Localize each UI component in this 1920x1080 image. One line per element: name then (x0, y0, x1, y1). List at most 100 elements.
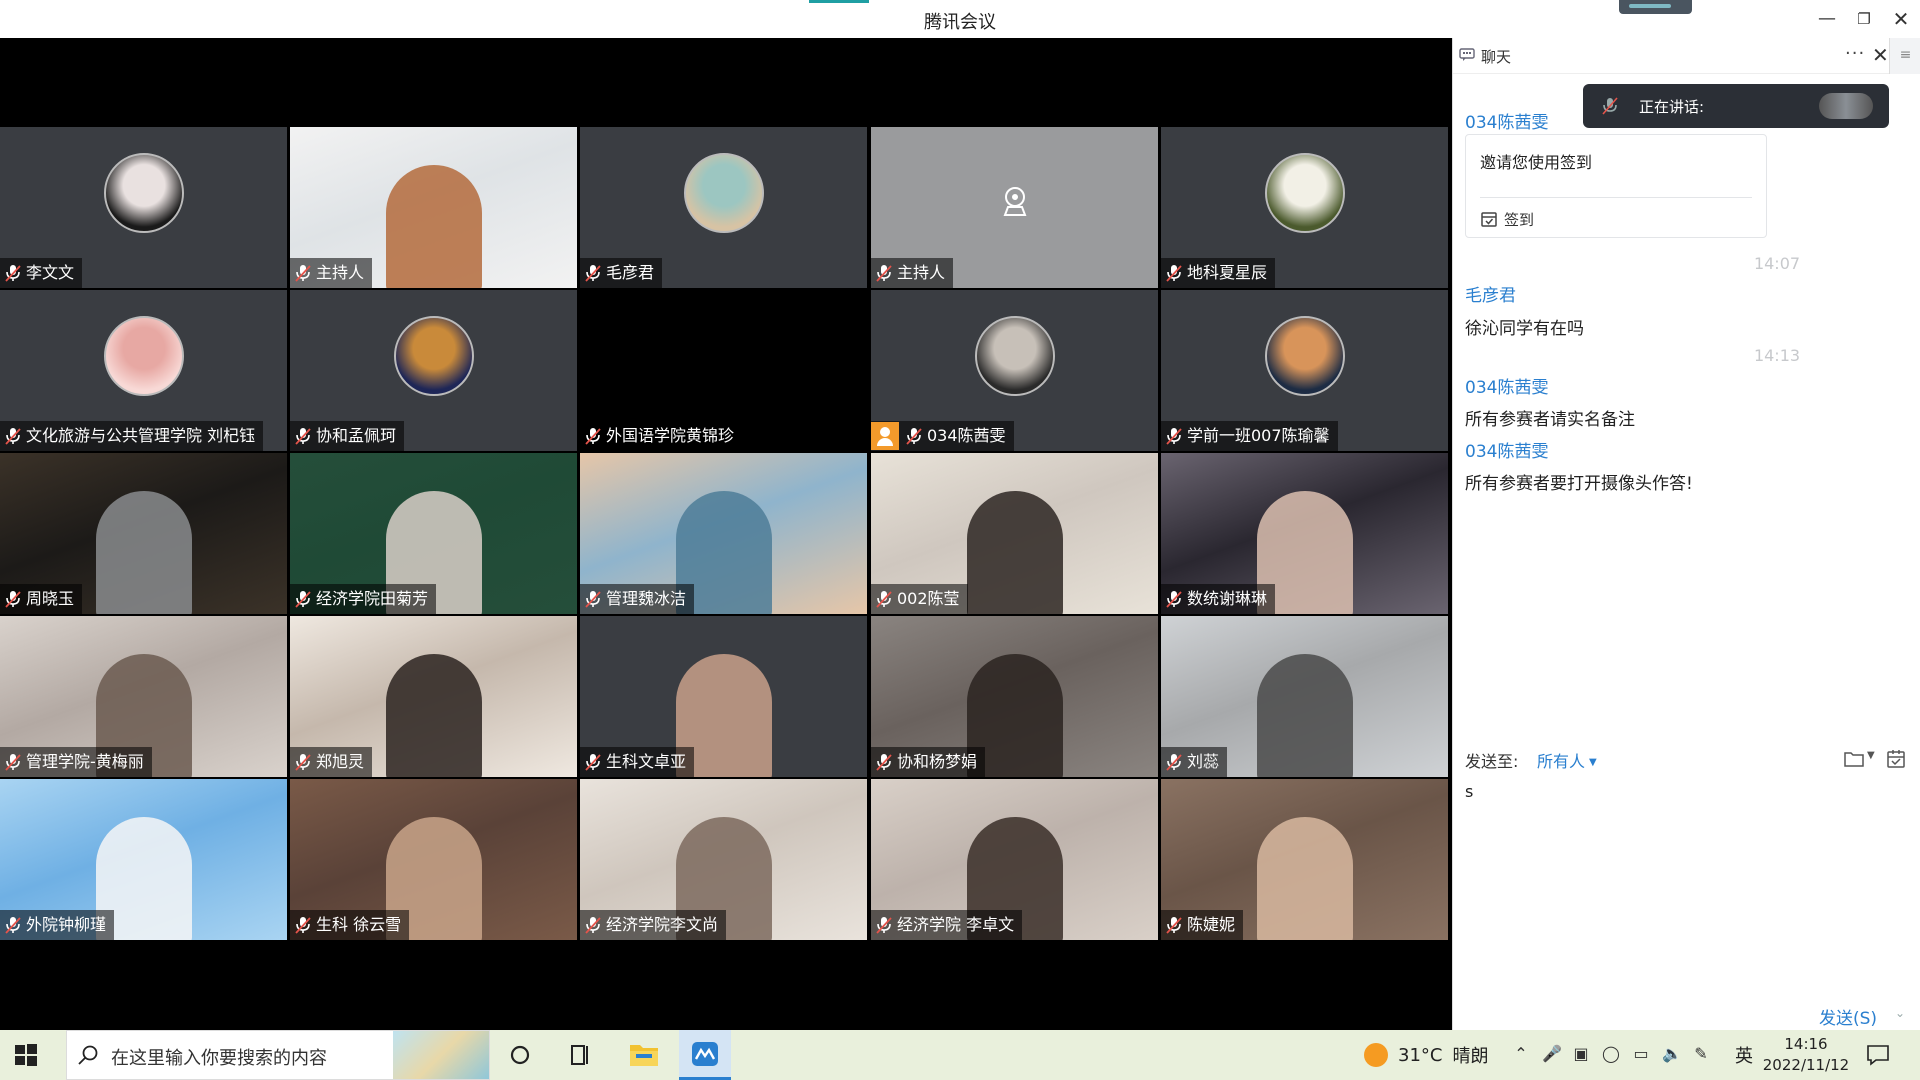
participant-tile[interactable]: 生科文卓亚 (580, 616, 867, 777)
microphone-icon[interactable]: 🎤 (1542, 1044, 1562, 1063)
participant-name: 学前一班007陈瑜馨 (1187, 426, 1330, 445)
participant-tile[interactable]: 034陈茜雯 (871, 290, 1158, 451)
participant-tile[interactable]: 陈婕妮 (1161, 779, 1448, 940)
chat-panel: 聊天 ··· ✕ ≡ 正在讲话: 034陈茜雯 邀请您使用签到 签到 14:07… (1452, 38, 1920, 1030)
participant-name: 数统谢琳琳 (1187, 589, 1268, 608)
mic-muted-icon (4, 426, 22, 446)
weather-desc: 晴朗 (1452, 1046, 1489, 1067)
file-icon[interactable] (1843, 750, 1865, 768)
participant-tile[interactable]: 地科夏星辰 (1161, 127, 1448, 288)
side-menu-icon[interactable]: ≡ (1889, 38, 1920, 74)
notification-icon[interactable] (1866, 1044, 1890, 1066)
participant-tile[interactable]: 外国语学院黄锦珍 (580, 290, 867, 451)
chevron-down-icon[interactable]: ▼ (1867, 750, 1875, 761)
participant-name: 外国语学院黄锦珍 (606, 426, 735, 445)
speaking-indicator: 正在讲话: (1583, 84, 1889, 128)
mic-icon (1601, 96, 1619, 116)
video-feed (1256, 817, 1353, 940)
mic-muted-icon (584, 426, 602, 446)
system-tray: ⌃ 🎤 ▣ ◯ ▭ 🔈 ✎ (1512, 1044, 1710, 1063)
participant-tile[interactable]: 毛彦君 (580, 127, 867, 288)
more-options-icon[interactable]: ··· (1845, 43, 1865, 64)
volume-icon[interactable]: 🔈 (1662, 1044, 1682, 1063)
task-view-icon[interactable] (554, 1030, 606, 1080)
close-button[interactable]: ✕ (1884, 4, 1918, 34)
participant-tile[interactable]: 刘蕊 (1161, 616, 1448, 777)
minimize-button[interactable]: — (1810, 4, 1844, 34)
message-timestamp: 14:07 (1753, 254, 1801, 273)
audio-level-indicator[interactable] (1619, 0, 1692, 14)
participant-tile[interactable]: 主持人 (871, 127, 1158, 288)
mic-muted-icon (875, 915, 893, 935)
participant-name: 郑旭灵 (316, 752, 365, 771)
mic-muted-icon (905, 426, 923, 446)
participant-name: 管理学院-黄梅丽 (26, 752, 144, 771)
clock[interactable]: 14:16 2022/11/12 (1760, 1034, 1852, 1076)
security-shield-icon[interactable]: ◯ (1602, 1044, 1620, 1063)
title-bar: 腾讯会议 — ❐ ✕ (0, 0, 1920, 38)
participant-tile[interactable]: 协和孟佩珂 (290, 290, 577, 451)
close-chat-icon[interactable]: ✕ (1872, 43, 1889, 67)
taskbar-search[interactable]: 在这里输入你要搜索的内容 (66, 1030, 490, 1080)
participant-tile[interactable]: 协和杨梦娟 (871, 616, 1158, 777)
chevron-up-icon[interactable]: ⌃ (1512, 1044, 1530, 1063)
mic-muted-icon (294, 915, 312, 935)
message-sender[interactable]: 034陈茜雯 (1465, 373, 1548, 398)
participant-name-label: 陈婕妮 (1161, 910, 1244, 940)
mic-muted-icon (1165, 915, 1183, 935)
mic-muted-icon (875, 752, 893, 772)
participant-tile[interactable]: 李文文 (0, 127, 287, 288)
participant-tile[interactable]: 管理魏冰洁 (580, 453, 867, 614)
signin-button[interactable]: 签到 (1480, 207, 1534, 231)
message-sender[interactable]: 034陈茜雯 (1465, 108, 1548, 133)
participant-tile[interactable]: 管理学院-黄梅丽 (0, 616, 287, 777)
weather-widget[interactable]: 31°C 晴朗 (1364, 1043, 1488, 1067)
participant-tile[interactable]: 经济学院田菊芳 (290, 453, 577, 614)
send-button[interactable]: 发送(S) (1819, 1004, 1877, 1029)
search-placeholder: 在这里输入你要搜索的内容 (111, 1048, 327, 1069)
participant-name: 经济学院田菊芳 (316, 589, 429, 608)
avatar (103, 153, 184, 233)
participant-tile[interactable]: 外院钟柳瑾 (0, 779, 287, 940)
speaking-label: 正在讲话: (1639, 98, 1705, 116)
input-method-indicator[interactable]: 英 (1735, 1042, 1753, 1068)
restore-button[interactable]: ❐ (1847, 4, 1881, 34)
mic-muted-icon (875, 263, 893, 283)
chevron-down-icon: ▼ (1589, 757, 1597, 768)
chevron-down-icon[interactable]: ⌄ (1895, 1006, 1905, 1020)
participant-tile[interactable]: 经济学院李文尚 (580, 779, 867, 940)
battery-icon[interactable]: ▭ (1632, 1044, 1650, 1063)
participant-tile[interactable]: 002陈莹 (871, 453, 1158, 614)
message-sender[interactable]: 毛彦君 (1465, 281, 1516, 306)
chat-input[interactable]: s (1465, 782, 1905, 982)
recipient-dropdown[interactable]: 所有人 ▼ (1537, 748, 1597, 772)
participant-tile[interactable]: 周晓玉 (0, 453, 287, 614)
participant-tile[interactable]: 郑旭灵 (290, 616, 577, 777)
search-highlight-image (393, 1031, 489, 1079)
message-text: 所有参赛者要打开摄像头作答! (1465, 474, 1693, 494)
participant-name-label: 034陈茜雯 (871, 421, 1014, 451)
participant-tile[interactable]: 主持人 (290, 127, 577, 288)
network-icon[interactable]: ▣ (1572, 1044, 1590, 1063)
mic-muted-icon (584, 752, 602, 772)
signin-tool-icon[interactable] (1885, 748, 1907, 770)
message-sender[interactable]: 034陈茜雯 (1465, 437, 1548, 462)
participant-tile[interactable]: 生科 徐云雪 (290, 779, 577, 940)
cortana-icon[interactable] (494, 1030, 546, 1080)
file-explorer-icon[interactable] (618, 1030, 670, 1080)
tencent-meeting-icon[interactable] (679, 1030, 731, 1080)
pen-icon[interactable]: ✎ (1692, 1044, 1710, 1063)
mic-muted-icon (1165, 752, 1183, 772)
participant-name-label: 002陈莹 (871, 584, 968, 614)
participant-tile[interactable]: 文化旅游与公共管理学院 刘杞钰 (0, 290, 287, 451)
windows-start-icon[interactable] (14, 1043, 38, 1067)
participant-name: 生科文卓亚 (606, 752, 687, 771)
avatar (103, 316, 184, 396)
participant-tile[interactable]: 学前一班007陈瑜馨 (1161, 290, 1448, 451)
participant-name-label: 李文文 (0, 258, 83, 288)
signin-card-text: 邀请您使用签到 (1480, 153, 1593, 172)
participant-tile[interactable]: 数统谢琳琳 (1161, 453, 1448, 614)
camera-off-icon (1003, 187, 1026, 216)
participant-name-label: 地科夏星辰 (1161, 258, 1276, 288)
participant-tile[interactable]: 经济学院 李卓文 (871, 779, 1158, 940)
